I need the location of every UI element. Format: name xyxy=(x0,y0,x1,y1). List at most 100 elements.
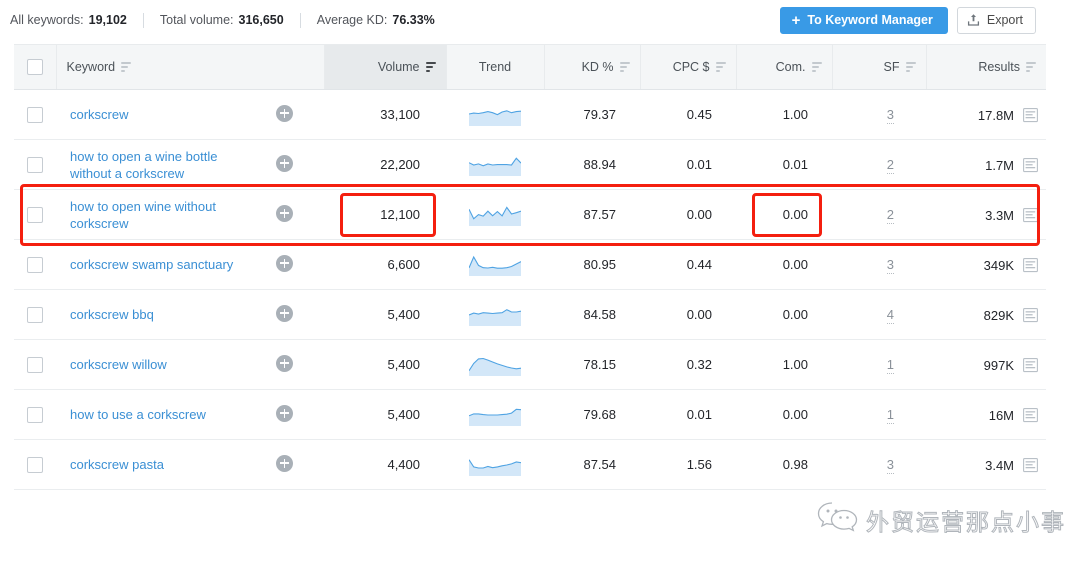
column-header-kd[interactable]: KD % xyxy=(544,45,640,90)
add-keyword-icon[interactable] xyxy=(276,105,293,122)
keyword-link[interactable]: corkscrew willow xyxy=(70,356,167,373)
column-header-results-label: Results xyxy=(978,60,1020,74)
sf-value[interactable]: 3 xyxy=(887,457,894,474)
trend-cell xyxy=(446,390,544,440)
sf-value[interactable]: 1 xyxy=(887,407,894,424)
keyword-link[interactable]: how to use a corkscrew xyxy=(70,406,206,423)
row-checkbox[interactable] xyxy=(27,157,43,173)
table-row[interactable]: how to open a wine bottle without a cork… xyxy=(14,140,1046,190)
add-keyword-icon[interactable] xyxy=(276,255,293,272)
cpc-cell: 0.44 xyxy=(640,240,736,290)
add-keyword-cell xyxy=(272,340,324,390)
keyword-link[interactable]: how to open a wine bottle without a cork… xyxy=(70,148,250,182)
kd-cell: 87.54 xyxy=(544,440,640,490)
table-row[interactable]: corkscrew33,10079.370.451.00317.8M xyxy=(14,90,1046,140)
keyword-link[interactable]: corkscrew pasta xyxy=(70,456,164,473)
sort-icon[interactable] xyxy=(812,62,822,72)
export-button[interactable]: Export xyxy=(957,7,1036,34)
com-cell: 1.00 xyxy=(736,90,832,140)
column-header-results[interactable]: Results xyxy=(926,45,1046,90)
sf-cell: 1 xyxy=(832,340,926,390)
column-header-com[interactable]: Com. xyxy=(736,45,832,90)
keyword-link[interactable]: corkscrew swamp sanctuary xyxy=(70,256,233,273)
sf-value[interactable]: 3 xyxy=(887,257,894,274)
keyword-cell: how to open wine without corkscrew xyxy=(56,190,272,240)
serp-results-icon[interactable] xyxy=(1023,357,1038,373)
sf-cell: 1 xyxy=(832,390,926,440)
table-row[interactable]: corkscrew swamp sanctuary6,60080.950.440… xyxy=(14,240,1046,290)
row-checkbox[interactable] xyxy=(27,457,43,473)
to-keyword-manager-button[interactable]: + To Keyword Manager xyxy=(780,7,948,34)
table-row[interactable]: how to use a corkscrew5,40079.680.010.00… xyxy=(14,390,1046,440)
kd-cell: 88.94 xyxy=(544,140,640,190)
keyword-link[interactable]: corkscrew bbq xyxy=(70,306,154,323)
add-keyword-cell xyxy=(272,390,324,440)
sf-value[interactable]: 3 xyxy=(887,107,894,124)
row-checkbox[interactable] xyxy=(27,257,43,273)
serp-results-icon[interactable] xyxy=(1023,307,1038,323)
add-keyword-icon[interactable] xyxy=(276,155,293,172)
row-checkbox[interactable] xyxy=(27,407,43,423)
results-cell: 3.3M xyxy=(926,190,1046,240)
add-keyword-icon[interactable] xyxy=(276,305,293,322)
sf-value[interactable]: 1 xyxy=(887,357,894,374)
add-keyword-icon[interactable] xyxy=(276,355,293,372)
keyword-link[interactable]: how to open wine without corkscrew xyxy=(70,198,250,232)
stat-divider xyxy=(300,13,301,28)
row-checkbox[interactable] xyxy=(27,207,43,223)
sf-cell: 3 xyxy=(832,90,926,140)
row-checkbox[interactable] xyxy=(27,307,43,323)
add-keyword-icon[interactable] xyxy=(276,405,293,422)
volume-cell: 5,400 xyxy=(324,290,446,340)
column-header-sf[interactable]: SF xyxy=(832,45,926,90)
serp-results-icon[interactable] xyxy=(1023,407,1038,423)
add-keyword-cell xyxy=(272,240,324,290)
sort-icon[interactable] xyxy=(716,62,726,72)
add-keyword-icon[interactable] xyxy=(276,205,293,222)
table-row[interactable]: how to open wine without corkscrew 12,100… xyxy=(14,190,1046,240)
row-select-cell xyxy=(14,340,56,390)
keyword-cell: corkscrew willow xyxy=(56,340,272,390)
cpc-cell: 0.00 xyxy=(640,190,736,240)
row-select-cell xyxy=(14,290,56,340)
keyword-link[interactable]: corkscrew xyxy=(70,106,129,123)
sort-icon[interactable] xyxy=(906,62,916,72)
sf-value[interactable]: 4 xyxy=(887,307,894,324)
trend-cell xyxy=(446,440,544,490)
column-header-volume[interactable]: Volume xyxy=(324,45,446,90)
volume-cell: 4,400 xyxy=(324,440,446,490)
table-row[interactable]: corkscrew willow5,40078.150.321.001997K xyxy=(14,340,1046,390)
serp-results-icon[interactable] xyxy=(1023,107,1038,123)
volume-cell: 12,100 xyxy=(324,190,446,240)
sort-icon-active[interactable] xyxy=(426,62,436,72)
keyword-cell: corkscrew bbq xyxy=(56,290,272,340)
serp-results-icon[interactable] xyxy=(1023,157,1038,173)
serp-results-icon[interactable] xyxy=(1023,257,1038,273)
cpc-cell: 0.45 xyxy=(640,90,736,140)
serp-results-icon[interactable] xyxy=(1023,457,1038,473)
table-row[interactable]: corkscrew pasta4,40087.541.560.9833.4M xyxy=(14,440,1046,490)
sort-icon[interactable] xyxy=(620,62,630,72)
select-all-checkbox[interactable] xyxy=(27,59,43,75)
results-cell: 997K xyxy=(926,340,1046,390)
table-row[interactable]: corkscrew bbq5,40084.580.000.004829K xyxy=(14,290,1046,340)
volume-cell: 22,200 xyxy=(324,140,446,190)
row-select-cell xyxy=(14,240,56,290)
kd-cell: 87.57 xyxy=(544,190,640,240)
add-keyword-icon[interactable] xyxy=(276,455,293,472)
com-cell: 0.01 xyxy=(736,140,832,190)
volume-cell: 5,400 xyxy=(324,390,446,440)
serp-results-icon[interactable] xyxy=(1023,207,1038,223)
row-checkbox[interactable] xyxy=(27,357,43,373)
trend-cell xyxy=(446,190,544,240)
keyword-cell: how to use a corkscrew xyxy=(56,390,272,440)
sf-value[interactable]: 2 xyxy=(887,157,894,174)
column-header-keyword[interactable]: Keyword xyxy=(56,45,324,90)
row-checkbox[interactable] xyxy=(27,107,43,123)
column-header-cpc[interactable]: CPC $ xyxy=(640,45,736,90)
export-label: Export xyxy=(987,13,1023,27)
sort-icon[interactable] xyxy=(121,62,131,72)
sf-value[interactable]: 2 xyxy=(887,207,894,224)
trend-cell xyxy=(446,240,544,290)
sort-icon[interactable] xyxy=(1026,62,1036,72)
